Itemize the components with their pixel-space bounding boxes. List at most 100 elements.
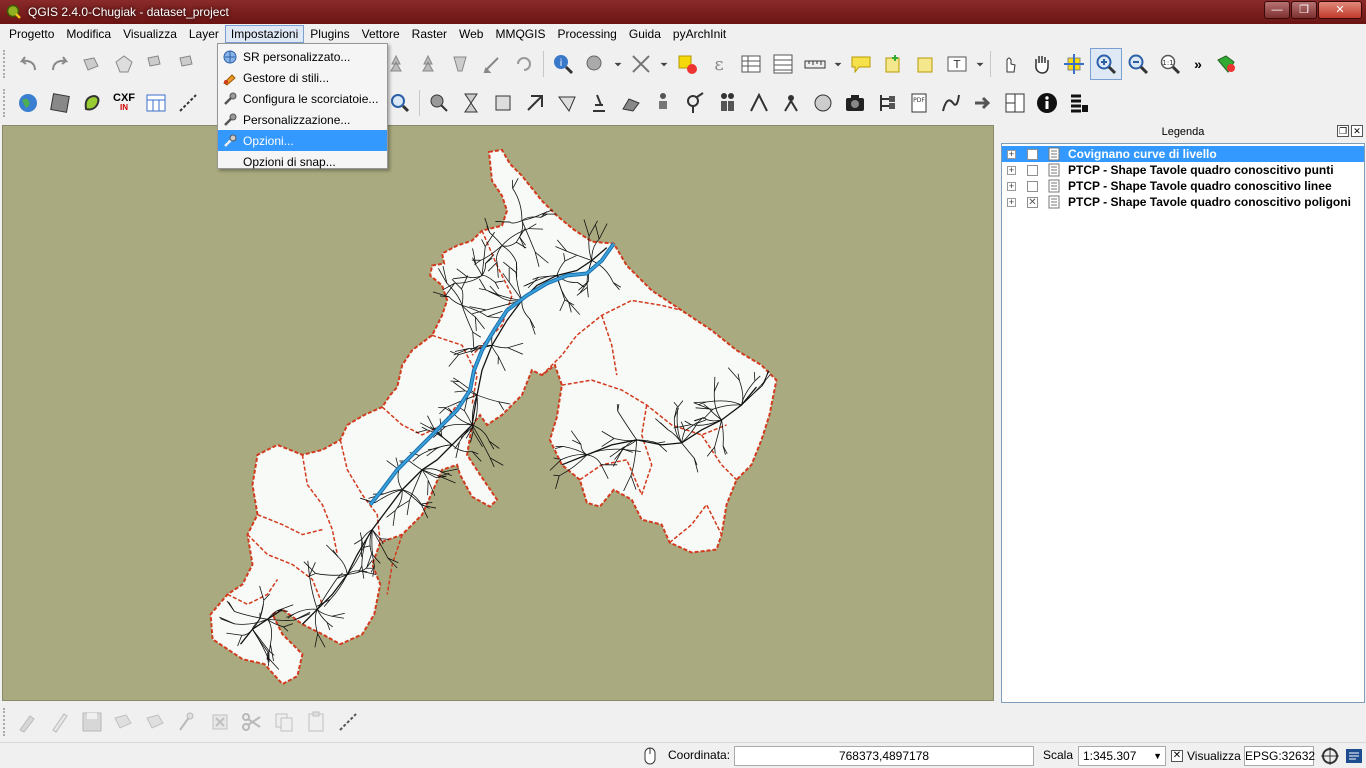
delete-selected-button[interactable] bbox=[204, 706, 236, 738]
paste-features-button[interactable] bbox=[300, 706, 332, 738]
map-canvas[interactable] bbox=[2, 125, 994, 701]
annotation-dropdown-button[interactable] bbox=[973, 48, 987, 80]
layer-tree[interactable]: + Covignano curve di livello + PTCP - Sh… bbox=[1001, 143, 1365, 703]
pan-to-selection-button[interactable] bbox=[1058, 48, 1090, 80]
layout-button[interactable] bbox=[999, 87, 1031, 119]
new-bookmark-button[interactable] bbox=[877, 48, 909, 80]
messages-button[interactable] bbox=[1344, 746, 1364, 766]
attribute-table-button[interactable] bbox=[735, 48, 767, 80]
measure-line-button[interactable] bbox=[332, 706, 364, 738]
move-feature-button[interactable] bbox=[140, 706, 172, 738]
menu-item-customization[interactable]: Personalizzazione... bbox=[218, 109, 387, 130]
line-tool-button[interactable] bbox=[172, 87, 204, 119]
menu-processing[interactable]: Processing bbox=[551, 25, 622, 43]
clear-selection-button[interactable] bbox=[671, 48, 703, 80]
toolbar-grip[interactable] bbox=[3, 50, 9, 78]
text-annotation-button[interactable]: T bbox=[941, 48, 973, 80]
add-polygon-button[interactable] bbox=[108, 48, 140, 80]
graph-button[interactable] bbox=[935, 87, 967, 119]
menu-item-configure-shortcuts[interactable]: Configura le scorciatoie... bbox=[218, 88, 387, 109]
coordinate-field[interactable]: 768373,4897178 bbox=[734, 746, 1034, 766]
zoom-in-button[interactable] bbox=[1090, 48, 1122, 80]
menu-vettore[interactable]: Vettore bbox=[356, 25, 406, 43]
pdf-export-button[interactable]: PDF bbox=[903, 87, 935, 119]
add-raster-layer-button[interactable] bbox=[44, 87, 76, 119]
crs-status-button[interactable]: EPSG:32632 bbox=[1244, 746, 1315, 766]
add-feature-button[interactable] bbox=[76, 48, 108, 80]
archaeology-tool-2-button[interactable] bbox=[455, 87, 487, 119]
attribute-grid-button[interactable] bbox=[140, 87, 172, 119]
zoom-native-button[interactable]: 1:1 bbox=[1154, 48, 1186, 80]
layer-visibility-checkbox[interactable] bbox=[1027, 148, 1038, 160]
database-button[interactable] bbox=[1063, 87, 1095, 119]
close-button[interactable]: ✕ bbox=[1318, 1, 1362, 19]
float-panel-button[interactable]: ❐ bbox=[1337, 125, 1349, 137]
menu-visualizza[interactable]: Visualizza bbox=[117, 25, 183, 43]
show-bookmarks-button[interactable] bbox=[909, 48, 941, 80]
layer-visibility-checkbox[interactable]: ✕ bbox=[1027, 196, 1038, 208]
layer-item[interactable]: + PTCP - Shape Tavole quadro conoscitivo… bbox=[1002, 162, 1364, 178]
minimize-button[interactable]: — bbox=[1264, 1, 1290, 19]
scale-combobox[interactable]: 1:345.307 ▼ bbox=[1078, 746, 1166, 766]
identify-features-button[interactable]: i bbox=[547, 48, 579, 80]
archaeology-tool-3-button[interactable] bbox=[487, 87, 519, 119]
expand-toggle[interactable]: + bbox=[1007, 197, 1016, 207]
select-dropdown-button[interactable] bbox=[611, 48, 625, 80]
archaeology-tool-7-button[interactable] bbox=[615, 87, 647, 119]
search-layer-button[interactable] bbox=[384, 87, 416, 119]
archaeology-tool-11-button[interactable] bbox=[743, 87, 775, 119]
toggle-extents-button[interactable] bbox=[640, 746, 660, 766]
menu-plugins[interactable]: Plugins bbox=[304, 25, 355, 43]
menu-item-style-manager[interactable]: Gestore di stili... bbox=[218, 67, 387, 88]
archaeology-tool-10-button[interactable] bbox=[711, 87, 743, 119]
undo-button[interactable] bbox=[12, 48, 44, 80]
move-feature-button[interactable] bbox=[140, 48, 172, 80]
toggle-editing-button[interactable] bbox=[44, 706, 76, 738]
menu-raster[interactable]: Raster bbox=[406, 25, 453, 43]
archaeology-tool-5-button[interactable] bbox=[551, 87, 583, 119]
menu-impostazioni[interactable]: Impostazioni bbox=[224, 25, 305, 43]
pan-button[interactable] bbox=[1026, 48, 1058, 80]
render-checkbox[interactable]: ✕ bbox=[1171, 750, 1183, 762]
menu-layer[interactable]: Layer bbox=[183, 25, 225, 43]
split-feature-button[interactable] bbox=[444, 48, 476, 80]
archaeology-tool-12-button[interactable] bbox=[775, 87, 807, 119]
expand-toggle[interactable]: + bbox=[1007, 181, 1016, 191]
field-calculator-button[interactable] bbox=[767, 48, 799, 80]
plugin-button[interactable] bbox=[1210, 48, 1242, 80]
toolbar-grip[interactable] bbox=[3, 89, 9, 117]
close-panel-button[interactable]: ✕ bbox=[1351, 125, 1363, 137]
pencil-tool-button[interactable] bbox=[476, 48, 508, 80]
menu-modifica[interactable]: Modifica bbox=[60, 25, 117, 43]
add-wms-layer-button[interactable] bbox=[12, 87, 44, 119]
toolbar-overflow-button[interactable]: » bbox=[1186, 48, 1210, 80]
add-feature-button[interactable] bbox=[108, 706, 140, 738]
select-features-button[interactable] bbox=[579, 48, 611, 80]
expression-select-button[interactable]: ε bbox=[703, 48, 735, 80]
cxf-import-button[interactable]: CXF IN bbox=[108, 87, 140, 119]
zoom-tool-button[interactable] bbox=[412, 48, 444, 80]
deselect-dropdown-button[interactable] bbox=[657, 48, 671, 80]
copy-features-button[interactable] bbox=[268, 706, 300, 738]
menu-progetto[interactable]: Progetto bbox=[3, 25, 60, 43]
menu-pyarchinit[interactable]: pyArchInit bbox=[667, 25, 732, 43]
menu-guida[interactable]: Guida bbox=[623, 25, 667, 43]
save-edits-button[interactable] bbox=[76, 706, 108, 738]
layer-visibility-checkbox[interactable] bbox=[1027, 180, 1038, 192]
expand-toggle[interactable]: + bbox=[1007, 165, 1016, 175]
touch-zoom-button[interactable] bbox=[994, 48, 1026, 80]
menu-item-custom-crs[interactable]: SR personalizzato... bbox=[218, 46, 387, 67]
archaeology-tool-9-button[interactable] bbox=[679, 87, 711, 119]
rotate-button[interactable] bbox=[508, 48, 540, 80]
export-button[interactable] bbox=[967, 87, 999, 119]
cut-features-button[interactable] bbox=[236, 706, 268, 738]
layer-item[interactable]: + ✕ PTCP - Shape Tavole quadro conosciti… bbox=[1002, 194, 1364, 210]
map-tips-button[interactable] bbox=[845, 48, 877, 80]
deselect-button[interactable] bbox=[625, 48, 657, 80]
maximize-button[interactable]: ❐ bbox=[1291, 1, 1317, 19]
layer-item[interactable]: + PTCP - Shape Tavole quadro conoscitivo… bbox=[1002, 178, 1364, 194]
add-vector-layer-button[interactable] bbox=[76, 87, 108, 119]
node-tool-button[interactable] bbox=[172, 48, 204, 80]
zoom-out-button[interactable] bbox=[1122, 48, 1154, 80]
info-button[interactable] bbox=[1031, 87, 1063, 119]
